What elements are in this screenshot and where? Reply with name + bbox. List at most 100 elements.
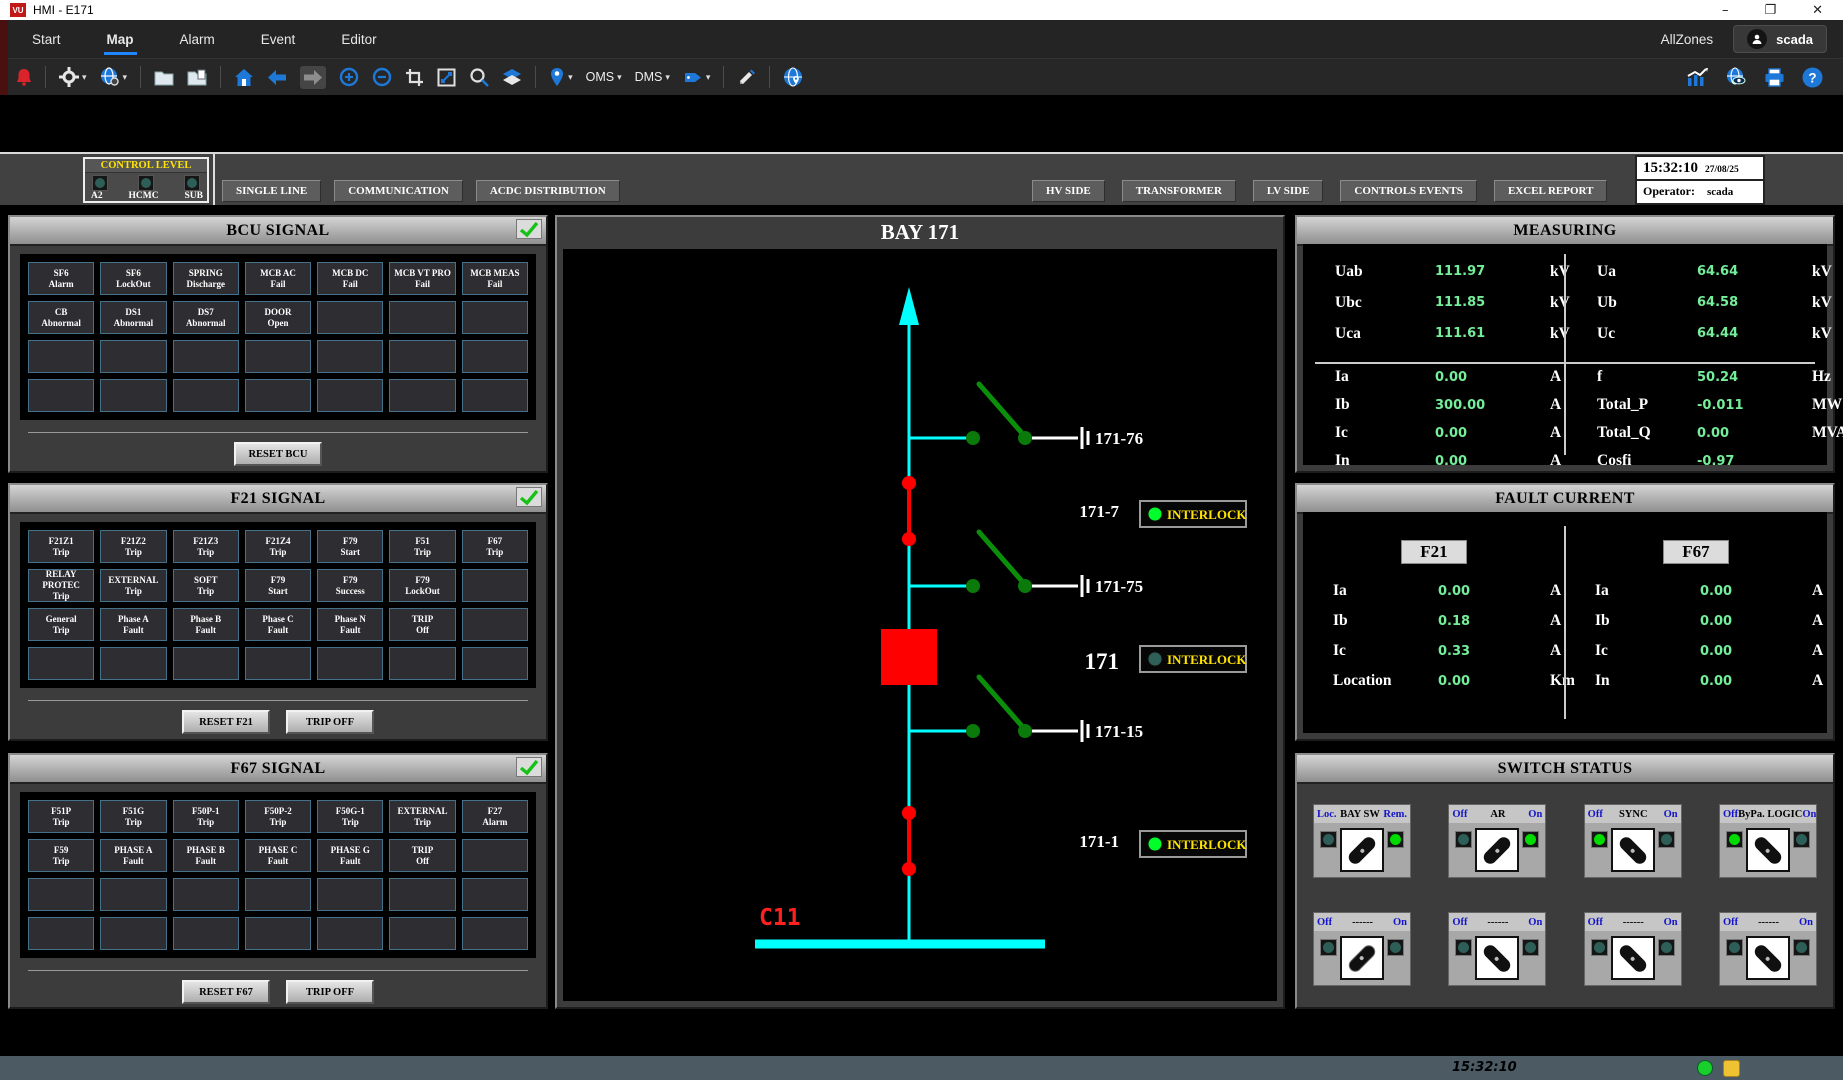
switch-left-lamp: [1726, 831, 1743, 848]
trip-off-button[interactable]: TRIP OFF: [286, 980, 374, 1004]
switch-knob[interactable]: [1746, 936, 1790, 980]
toolbar-separator: [220, 66, 221, 88]
search-icon[interactable]: [469, 67, 489, 87]
oms-label: OMS: [586, 70, 614, 84]
measurement-row: In0.00A: [1303, 447, 1565, 475]
chevron-down-icon: ▾: [82, 73, 87, 82]
dms-menu[interactable]: DMS ▾: [635, 70, 670, 84]
tab-hv-side[interactable]: HV SIDE: [1032, 180, 1105, 202]
globe-location-icon[interactable]: [783, 67, 803, 87]
tab-lv-side[interactable]: LV SIDE: [1253, 180, 1324, 202]
pencil-icon[interactable]: [737, 68, 756, 87]
tab-controls-events[interactable]: CONTROLS EVENTS: [1340, 180, 1477, 202]
minimize-button[interactable]: –: [1722, 4, 1729, 17]
reset-bcu-button[interactable]: RESET BCU: [234, 442, 322, 466]
menu-item-editor[interactable]: Editor: [341, 32, 376, 47]
layers-icon[interactable]: [502, 68, 522, 86]
control-level-label: SUB: [185, 191, 203, 201]
f67-ok-checkbox[interactable]: [516, 757, 542, 777]
switch-right-lamp: [1522, 831, 1539, 848]
print-icon[interactable]: [1764, 68, 1785, 87]
menu-item-event[interactable]: Event: [261, 32, 296, 47]
bcu-ok-checkbox[interactable]: [516, 219, 542, 239]
tab-acdc-distribution[interactable]: ACDC DISTRIBUTION: [476, 180, 620, 202]
trip-off-button[interactable]: TRIP OFF: [286, 710, 374, 734]
header-band: CONTROL LEVEL A2HCMCSUB SINGLE LINECOMMU…: [0, 152, 1843, 205]
switch-knob[interactable]: [1475, 828, 1519, 872]
folder-copy-icon[interactable]: [187, 69, 207, 86]
switch-right-label: On: [1802, 809, 1816, 820]
signal-lamp: [462, 917, 528, 950]
signal-lamp: [317, 917, 383, 950]
network-settings-icon[interactable]: ▾: [100, 67, 128, 87]
map-marker-icon[interactable]: ▾: [549, 67, 573, 87]
switch-title: ------: [1487, 917, 1508, 928]
forward-arrow-icon[interactable]: [300, 66, 326, 89]
zoom-in-icon[interactable]: [339, 67, 359, 87]
zoom-out-icon[interactable]: [372, 67, 392, 87]
statusbar-time: 15:32:10: [1452, 1060, 1517, 1075]
switch-knob[interactable]: [1611, 936, 1655, 980]
tag-icon[interactable]: ▾: [683, 69, 711, 86]
switch-knob[interactable]: [1475, 936, 1519, 980]
circuit-breaker[interactable]: [881, 629, 937, 685]
menu-item-map[interactable]: Map: [107, 32, 134, 47]
tab-excel-report[interactable]: EXCEL REPORT: [1494, 180, 1608, 202]
open-disconnector-blade[interactable]: [979, 677, 1021, 725]
user-chip[interactable]: scada: [1733, 25, 1827, 53]
measure-value: 111.97: [1435, 264, 1550, 279]
reset-f67-button[interactable]: RESET F67: [182, 980, 270, 1004]
bcu-signal-panel: BCU SIGNAL SF6AlarmSF6LockOutSPRINGDisch…: [8, 215, 548, 473]
measure-value: 50.24: [1697, 370, 1812, 385]
signal-lamp: GeneralTrip: [28, 608, 94, 641]
open-disconnector-blade[interactable]: [979, 384, 1021, 432]
switch-knob[interactable]: [1611, 828, 1655, 872]
signal-lamp: [245, 379, 311, 412]
restore-button[interactable]: ❐: [1764, 4, 1776, 17]
measure-label: Total_P: [1597, 396, 1697, 414]
globe-monitor-icon[interactable]: [1725, 67, 1747, 87]
bcu-panel-header: BCU SIGNAL: [10, 217, 546, 246]
alarm-bell-icon[interactable]: [16, 68, 32, 86]
tab-communication[interactable]: COMMUNICATION: [334, 180, 463, 202]
measure-label: Uca: [1335, 325, 1435, 343]
tab-single-line[interactable]: SINGLE LINE: [222, 180, 321, 202]
home-icon[interactable]: [234, 68, 254, 87]
window-title: HMI - E171: [33, 3, 94, 17]
tab-transformer[interactable]: TRANSFORMER: [1122, 180, 1236, 202]
switch-knob[interactable]: [1746, 828, 1790, 872]
measure-unit: A: [1550, 452, 1565, 470]
menu-item-alarm[interactable]: Alarm: [180, 32, 215, 47]
folder-icon[interactable]: [154, 69, 174, 86]
switch-widget-sync: OffSYNCOn: [1584, 804, 1682, 878]
switch-title: ------: [1758, 917, 1779, 928]
switch-right-label: On: [1799, 917, 1813, 928]
measure-label: Ua: [1597, 263, 1697, 281]
switch-knob[interactable]: [1340, 936, 1384, 980]
fit-view-icon[interactable]: [437, 68, 456, 87]
signal-lamp: F51PTrip: [28, 800, 94, 833]
back-arrow-icon[interactable]: [267, 69, 287, 86]
settings-gear-icon[interactable]: ▾: [59, 67, 87, 87]
signal-lamp: CBAbnormal: [28, 301, 94, 334]
help-icon[interactable]: ?: [1802, 67, 1823, 88]
open-disconnector-blade[interactable]: [979, 532, 1021, 580]
close-button[interactable]: ✕: [1812, 4, 1823, 17]
zone-selector[interactable]: AllZones: [1661, 32, 1714, 47]
interlock-button[interactable]: INTERLOCK: [1140, 646, 1247, 672]
f21-ok-checkbox[interactable]: [516, 487, 542, 507]
switch-knob[interactable]: [1340, 828, 1384, 872]
fault-current-panel: FAULT CURRENT F21Ia0.00AIb0.18AIc0.33ALo…: [1295, 483, 1835, 741]
oms-menu[interactable]: OMS ▾: [586, 70, 622, 84]
reset-f21-button[interactable]: RESET F21: [182, 710, 270, 734]
crop-icon[interactable]: [405, 68, 424, 87]
measure-label: Ib: [1595, 612, 1700, 630]
switch-left-label: Off: [1317, 917, 1332, 928]
interlock-button[interactable]: INTERLOCK: [1140, 831, 1247, 857]
trend-chart-icon[interactable]: [1686, 67, 1708, 87]
measure-value: 0.18: [1438, 614, 1550, 629]
menu-item-start[interactable]: Start: [32, 32, 61, 47]
interlock-button[interactable]: INTERLOCK: [1140, 501, 1247, 527]
device-label: 171-76: [1095, 429, 1143, 448]
measure-label: f: [1597, 368, 1697, 386]
